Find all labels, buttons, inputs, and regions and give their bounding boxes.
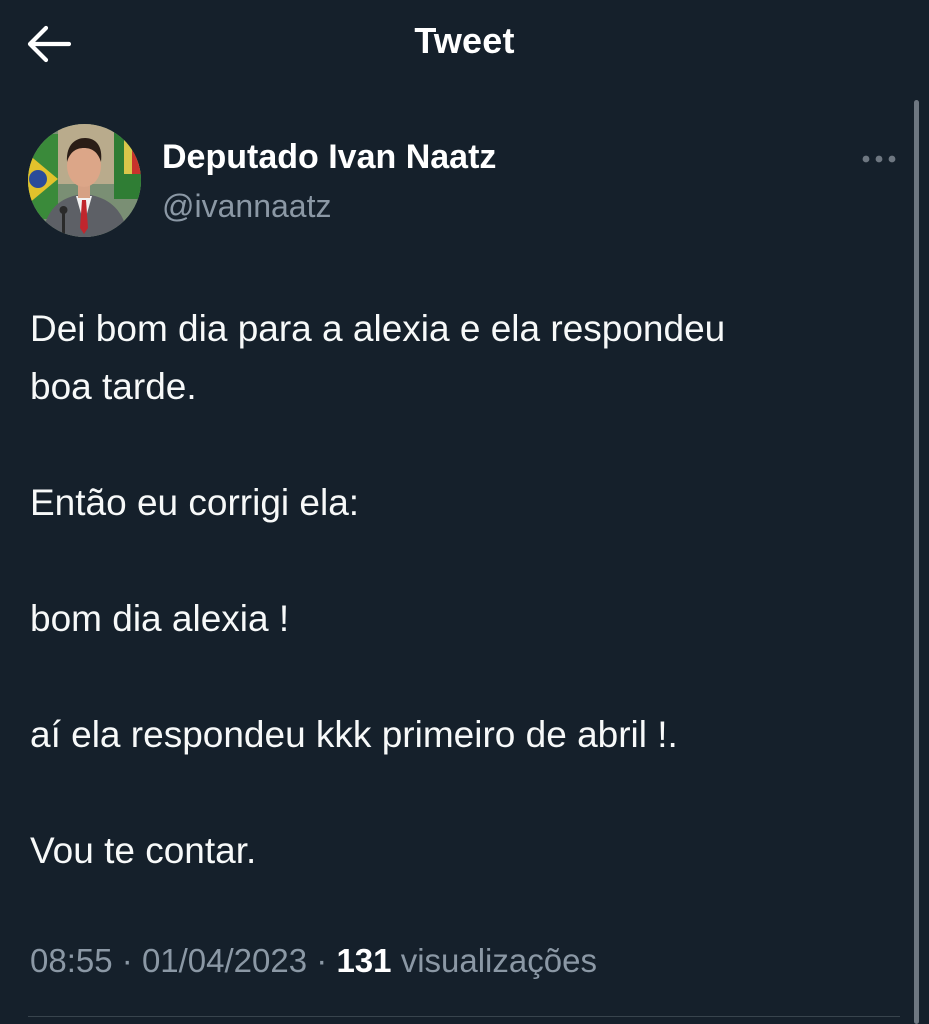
author-handle[interactable]: @ivannaatz: [162, 188, 331, 225]
views-count: 131: [336, 942, 392, 979]
avatar[interactable]: [28, 124, 141, 237]
tweet-text-line: aí ela respondeu kkk primeiro de abril !…: [30, 714, 678, 755]
meta-separator: ·: [316, 942, 328, 979]
more-options-button[interactable]: [858, 144, 900, 174]
page-title: Tweet: [414, 20, 515, 61]
author-display-name[interactable]: Deputado Ivan Naatz: [162, 138, 496, 177]
views-label: visualizações: [400, 942, 597, 979]
scrollbar[interactable]: [911, 96, 921, 1024]
tweet-text: Dei bom dia para a alexia e ela responde…: [30, 300, 890, 880]
tweet-time[interactable]: 08:55: [30, 942, 113, 979]
tweet-detail-screen: Tweet Deputado Ivan Naatz @ivannaatz Dei…: [0, 0, 929, 1024]
scrollbar-thumb[interactable]: [914, 100, 919, 1024]
profile-photo: [28, 124, 141, 237]
top-bar: Tweet: [0, 0, 929, 90]
divider: [28, 1016, 900, 1017]
tweet-text-line: Dei bom dia para a alexia e ela responde…: [30, 308, 726, 349]
tweet-date[interactable]: 01/04/2023: [142, 942, 307, 979]
tweet-text-line: bom dia alexia !: [30, 598, 290, 639]
tweet-text-line: boa tarde.: [30, 366, 197, 407]
tweet-metadata: 08:55 · 01/04/2023 · 131 visualizações: [30, 942, 597, 980]
tweet-author: Deputado Ivan Naatz @ivannaatz: [28, 124, 898, 239]
meta-separator: ·: [121, 942, 133, 979]
tweet-text-line: Vou te contar.: [30, 830, 257, 871]
tweet-text-line: Então eu corrigi ela:: [30, 482, 360, 523]
more-horizontal-icon: [862, 155, 896, 163]
